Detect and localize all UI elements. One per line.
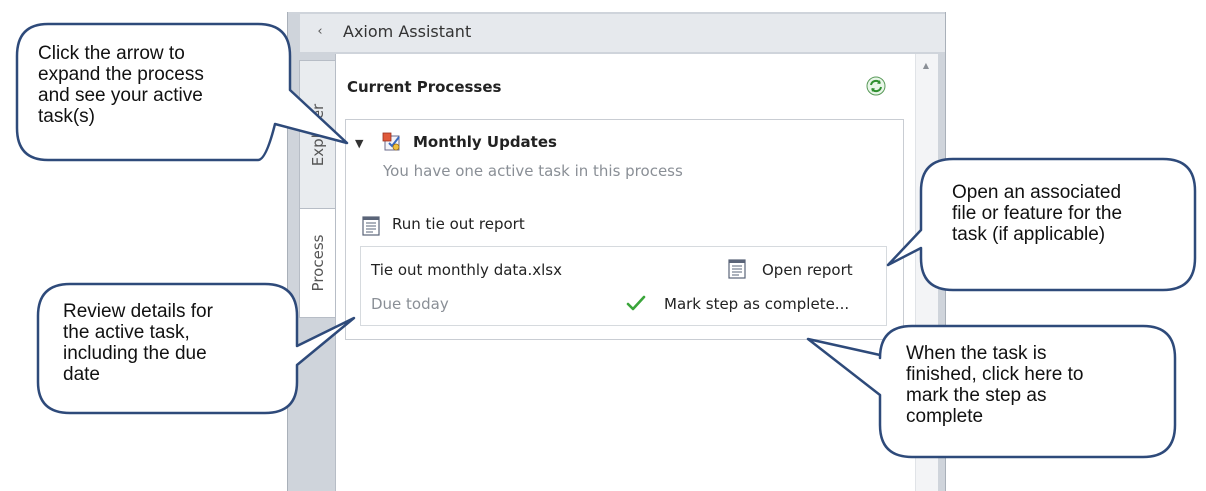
open-report-link[interactable]: Open report (762, 261, 853, 279)
due-date: Due today (371, 295, 449, 313)
tab-process-label: Process (308, 234, 327, 292)
report-document-icon (362, 216, 380, 236)
callout-open-text: Open an associated file or feature for t… (952, 182, 1123, 245)
checkmark-icon[interactable] (626, 293, 646, 313)
process-icon (382, 132, 400, 151)
open-report-icon[interactable] (728, 259, 746, 279)
callout-expand-text: Click the arrow to expand the process an… (38, 43, 204, 127)
process-name[interactable]: Monthly Updates (413, 133, 557, 151)
section-title: Current Processes (347, 78, 502, 96)
process-description: You have one active task in this process (383, 162, 683, 180)
scroll-up-icon[interactable]: ▲ (918, 60, 934, 72)
tab-explorer-label: Explorer (308, 103, 327, 167)
panel-title: Axiom Assistant (343, 22, 472, 41)
callout-complete-text: When the task is finished, click here to… (906, 343, 1084, 427)
callout-details-text: Review details for the active task, incl… (63, 301, 213, 385)
collapse-arrow-icon[interactable]: ‹ (312, 22, 328, 42)
refresh-icon[interactable] (866, 76, 886, 96)
task-details-box (360, 246, 887, 326)
tab-explorer[interactable]: Explorer (299, 60, 335, 210)
expand-arrow-icon[interactable]: ▼ (355, 137, 363, 150)
task-file-name: Tie out monthly data.xlsx (371, 261, 562, 279)
tab-process[interactable]: Process (299, 208, 335, 318)
mark-step-complete-link[interactable]: Mark step as complete... (664, 295, 849, 313)
task-name[interactable]: Run tie out report (392, 215, 525, 233)
